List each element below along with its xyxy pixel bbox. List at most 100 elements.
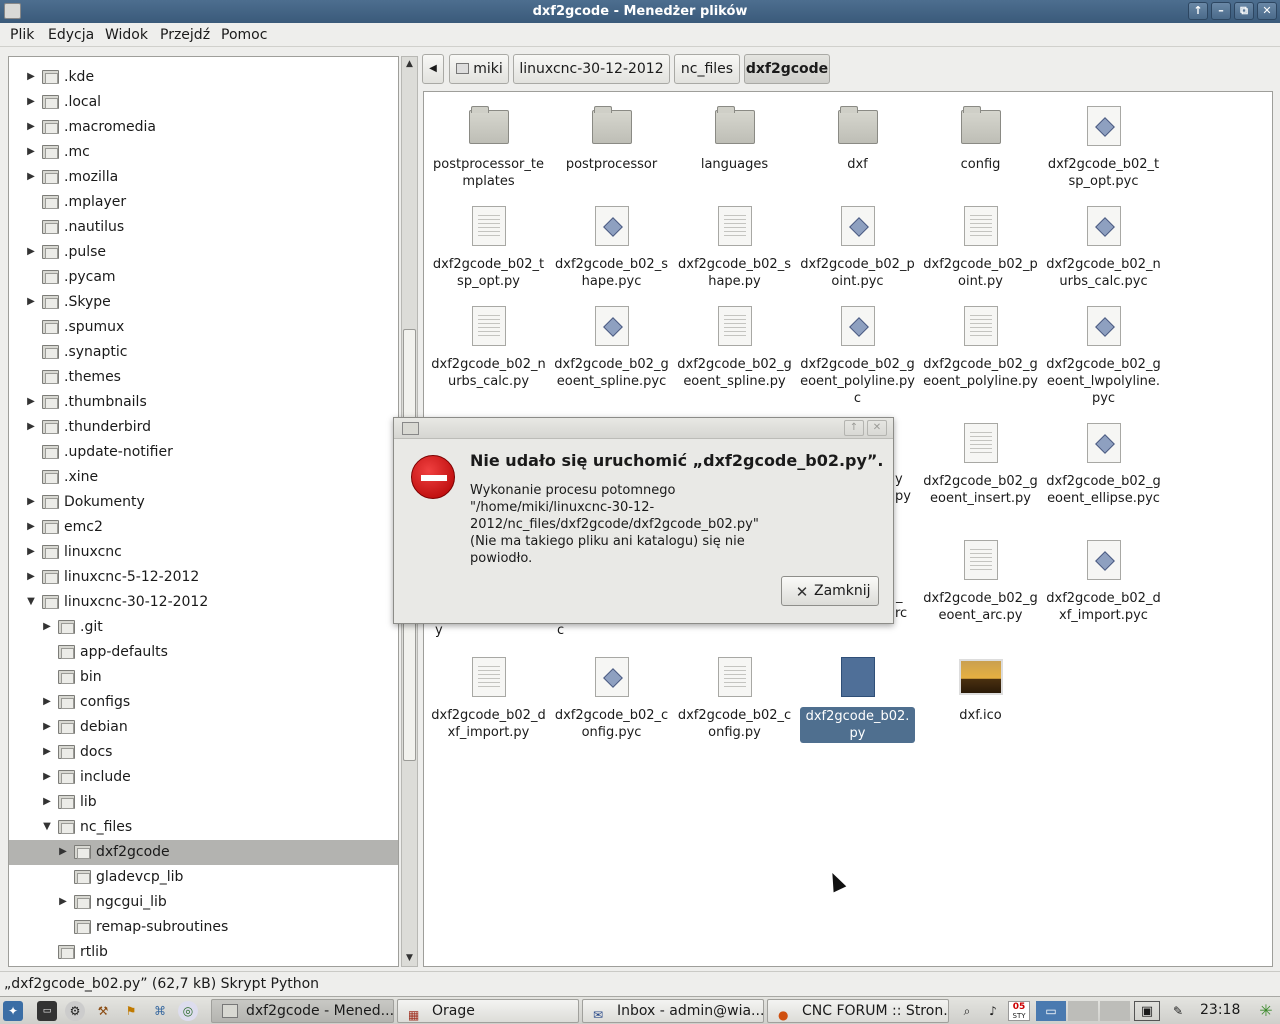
sidebar-item[interactable]: ▼ linuxcnc-30-12-2012 [9, 590, 398, 615]
sidebar-item[interactable]: ▶ .local [9, 90, 398, 115]
scroll-down-arrow-icon[interactable]: ▼ [402, 951, 417, 966]
workspace-2[interactable] [1068, 1001, 1098, 1021]
search-icon[interactable]: ⌕ [957, 1001, 977, 1021]
expander-closed-icon[interactable]: ▶ [25, 246, 37, 258]
sidebar-item[interactable]: ▶ dxf2gcode [9, 840, 398, 865]
expander-closed-icon[interactable]: ▶ [41, 796, 53, 808]
sidebar-item[interactable]: ▶ emc2 [9, 515, 398, 540]
sidebar-item[interactable]: .spumux [9, 315, 398, 340]
task-thunderbird[interactable]: ✉ Inbox - admin@wia... [582, 999, 764, 1023]
sidebar-item[interactable]: ▶ .thunderbird [9, 415, 398, 440]
sidebar-item[interactable]: ▶ .thumbnails [9, 390, 398, 415]
sidebar-item[interactable]: ▶ .macromedia [9, 115, 398, 140]
clock[interactable]: 23:18 [1200, 1002, 1240, 1018]
scroll-up-arrow-icon[interactable]: ▲ [402, 57, 417, 72]
close-button[interactable]: ✕ Zamknij [781, 576, 879, 606]
expander-closed-icon[interactable]: ▶ [25, 571, 37, 583]
expander-closed-icon[interactable]: ▶ [25, 146, 37, 158]
expander-closed-icon[interactable]: ▶ [25, 546, 37, 558]
sidebar-item[interactable]: rtlib [9, 940, 398, 965]
sidebar-item[interactable]: ▶ .Skype [9, 290, 398, 315]
window-raise-button[interactable]: ↑ [1188, 2, 1208, 20]
expander-closed-icon[interactable]: ▶ [57, 896, 69, 908]
menu-edycja[interactable]: Edycja [48, 27, 94, 43]
expander-closed-icon[interactable]: ▶ [25, 296, 37, 308]
sidebar-item[interactable]: ▶ linuxcnc [9, 540, 398, 565]
workspace-3[interactable] [1100, 1001, 1130, 1021]
path-crumb-dxf2gcode[interactable]: dxf2gcode [744, 54, 830, 84]
sidebar-item[interactable]: ▶ include [9, 765, 398, 790]
window-minimize-button[interactable]: – [1211, 2, 1231, 20]
path-crumb-linuxcnc[interactable]: linuxcnc-30-12-2012 [513, 54, 670, 84]
folder-tree[interactable]: ▶ .kde ▶ .local ▶ .macromedia ▶ .mc ▶ .mozilla .mp… [8, 56, 399, 967]
expander-closed-icon[interactable]: ▶ [25, 121, 37, 133]
task-file-manager[interactable]: dxf2gcode - Mened... [211, 999, 394, 1023]
expander-closed-icon[interactable]: ▶ [41, 621, 53, 633]
path-crumb-nc-files[interactable]: nc_files [674, 54, 740, 84]
sidebar-item[interactable]: ▶ .mc [9, 140, 398, 165]
sidebar-item[interactable]: .mplayer [9, 190, 398, 215]
expander-open-icon[interactable]: ▼ [41, 821, 53, 833]
update-notifier-icon[interactable]: ✎ [1168, 1001, 1188, 1021]
terminal-icon[interactable]: ▭ [37, 1001, 57, 1021]
sidebar-item[interactable]: .pycam [9, 265, 398, 290]
sidebar-item[interactable]: ▶ .git [9, 615, 398, 640]
dialog-titlebar[interactable]: ↑ ✕ [394, 418, 893, 439]
menu-pomoc[interactable]: Pomoc [221, 27, 267, 43]
sidebar-item[interactable]: ▶ configs [9, 690, 398, 715]
menu-przejdz[interactable]: Przejdź [160, 27, 210, 43]
window-close-button[interactable]: ✕ [1257, 2, 1277, 20]
path-back-arrow-icon[interactable]: ◀ [422, 54, 444, 84]
sidebar-item[interactable]: ▶ .mozilla [9, 165, 398, 190]
dialog-close-x-button[interactable]: ✕ [867, 420, 887, 436]
browser-globe-icon[interactable]: ◎ [178, 1001, 198, 1021]
volume-icon[interactable]: ♪ [983, 1001, 1003, 1021]
sidebar-item[interactable]: remap-subroutines [9, 915, 398, 940]
task-orage[interactable]: ▦ Orage [397, 999, 579, 1023]
expander-closed-icon[interactable]: ▶ [41, 721, 53, 733]
sidebar-item[interactable]: ▶ .pulse [9, 240, 398, 265]
expander-closed-icon[interactable]: ▶ [25, 96, 37, 108]
sidebar-item[interactable]: bin [9, 665, 398, 690]
show-desktop-icon[interactable]: ▣ [1134, 1001, 1160, 1021]
expander-closed-icon[interactable]: ▶ [57, 846, 69, 858]
package-icon[interactable]: ⚑ [121, 1001, 141, 1021]
network-icon[interactable]: ⌘ [150, 1001, 170, 1021]
menu-widok[interactable]: Widok [105, 27, 148, 43]
dialog-raise-button[interactable]: ↑ [844, 420, 864, 436]
sidebar-item[interactable]: ▶ ngcgui_lib [9, 890, 398, 915]
expander-closed-icon[interactable]: ▶ [25, 396, 37, 408]
sidebar-item[interactable]: ▶ debian [9, 715, 398, 740]
window-titlebar[interactable]: dxf2gcode - Menedżer plików ↑ – ⧉ ✕ [0, 0, 1280, 23]
expander-closed-icon[interactable]: ▶ [25, 521, 37, 533]
menu-plik[interactable]: Plik [10, 27, 34, 43]
runner-icon[interactable]: ✳ [1256, 1001, 1276, 1021]
expander-closed-icon[interactable]: ▶ [41, 771, 53, 783]
path-crumb-home[interactable]: miki [449, 54, 509, 84]
start-menu-icon[interactable]: ✦ [3, 1001, 23, 1021]
sidebar-item[interactable]: .synaptic [9, 340, 398, 365]
expander-closed-icon[interactable]: ▶ [25, 171, 37, 183]
task-firefox[interactable]: ● CNC FORUM :: Stron... [767, 999, 949, 1023]
window-maximize-button[interactable]: ⧉ [1234, 2, 1254, 20]
sidebar-item[interactable]: .themes [9, 365, 398, 390]
settings-gear-icon[interactable]: ⚙ [65, 1001, 85, 1021]
calendar-date-icon[interactable]: 05 STY [1008, 1001, 1030, 1021]
expander-closed-icon[interactable]: ▶ [25, 421, 37, 433]
sidebar-item[interactable]: .xine [9, 465, 398, 490]
sidebar-item[interactable]: ▶ linuxcnc-5-12-2012 [9, 565, 398, 590]
sidebar-item[interactable]: .update-notifier [9, 440, 398, 465]
sidebar-item[interactable]: ▶ Dokumenty [9, 490, 398, 515]
sidebar-item[interactable]: ▼ nc_files [9, 815, 398, 840]
tools-icon[interactable]: ⚒ [93, 1001, 113, 1021]
sidebar-item[interactable]: .nautilus [9, 215, 398, 240]
sidebar-item[interactable]: gladevcp_lib [9, 865, 398, 890]
sidebar-item[interactable]: app-defaults [9, 640, 398, 665]
expander-closed-icon[interactable]: ▶ [25, 71, 37, 83]
expander-closed-icon[interactable]: ▶ [25, 496, 37, 508]
sidebar-item[interactable]: ▶ .kde [9, 65, 398, 90]
expander-closed-icon[interactable]: ▶ [41, 746, 53, 758]
workspace-1-icon[interactable]: ▭ [1036, 1001, 1066, 1021]
sidebar-item[interactable]: ▶ docs [9, 740, 398, 765]
expander-open-icon[interactable]: ▼ [25, 596, 37, 608]
